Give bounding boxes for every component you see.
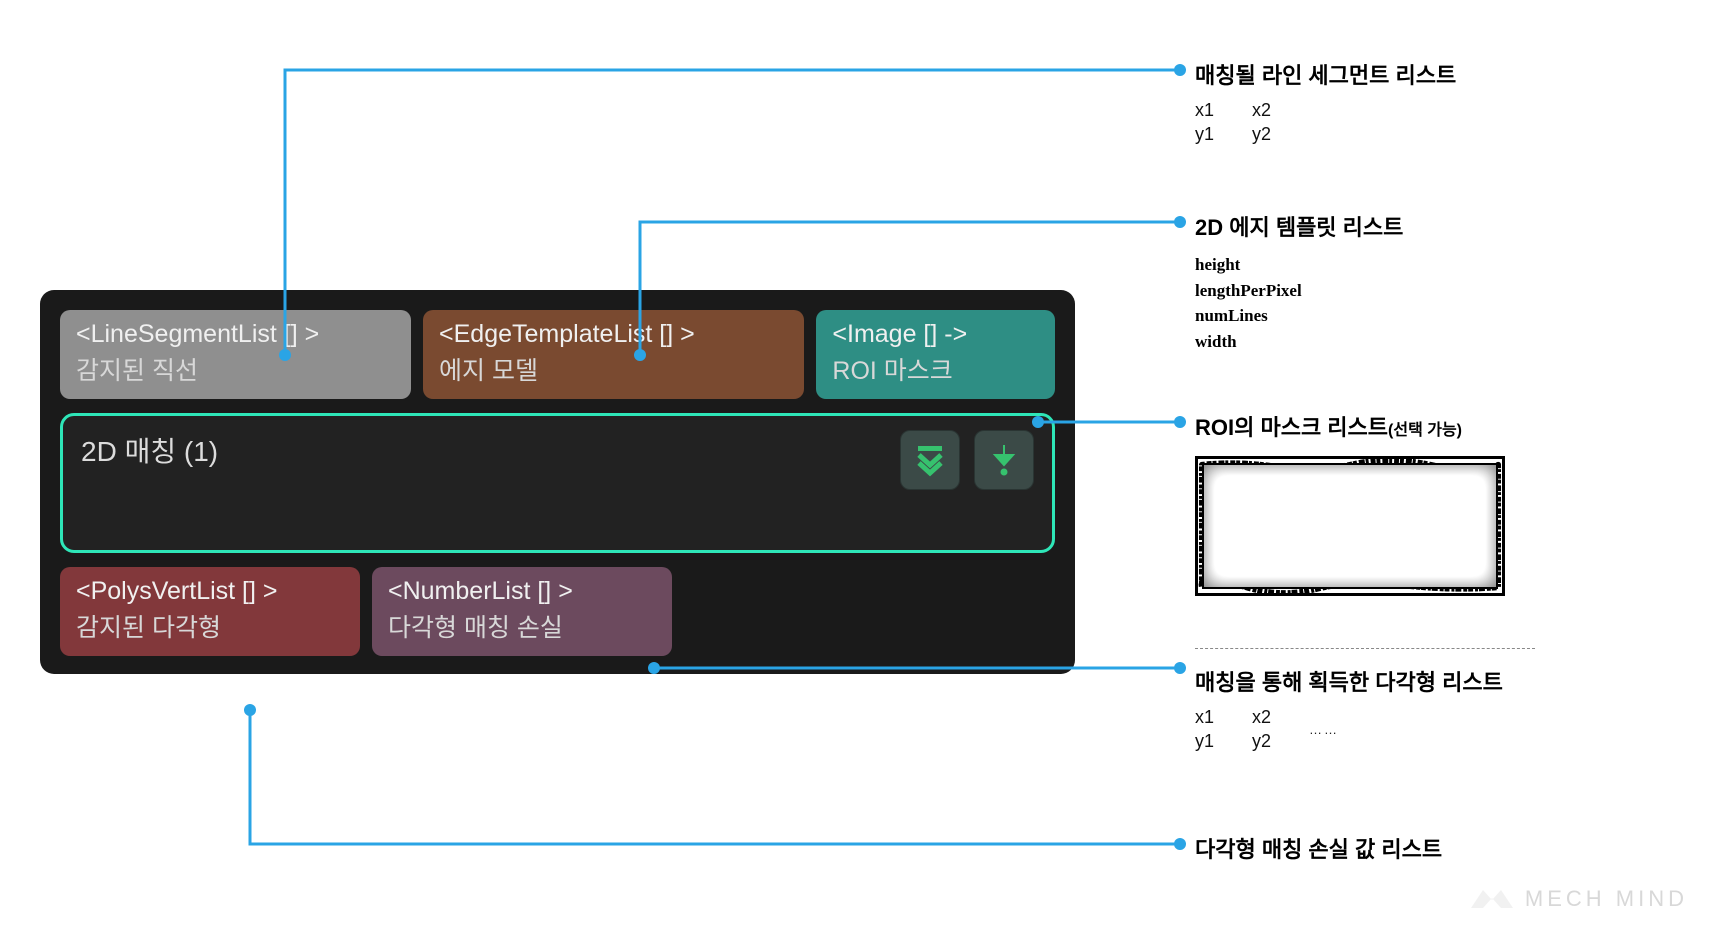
annotation-title: 매칭을 통해 획득한 다각형 리스트 xyxy=(1195,665,1675,697)
mask-thumbnail xyxy=(1195,456,1505,596)
node-title: 2D 매칭 (1) xyxy=(81,430,218,470)
brand-logo-icon xyxy=(1469,884,1515,914)
port-label: 에지 모델 xyxy=(439,351,788,387)
port-number[interactable]: <NumberList [] > 다각형 매칭 손실 xyxy=(372,567,672,656)
annotation-edge-template: 2D 에지 템플릿 리스트 height lengthPerPixel numL… xyxy=(1195,210,1675,354)
port-polys[interactable]: <PolysVertList [] > 감지된 다각형 xyxy=(60,567,360,656)
port-type: <Image [] -> xyxy=(832,320,1039,349)
node-title-bar[interactable]: 2D 매칭 (1) xyxy=(60,413,1055,553)
port-label: 다각형 매칭 손실 xyxy=(388,608,656,644)
separator xyxy=(1195,648,1535,649)
annotation-title: 다각형 매칭 손실 값 리스트 xyxy=(1195,832,1675,864)
annotation-number: 다각형 매칭 손실 값 리스트 xyxy=(1195,832,1675,864)
port-edge-template[interactable]: <EdgeTemplateList [] > 에지 모델 xyxy=(423,310,804,399)
port-line-segment[interactable]: <LineSegmentList [] > 감지된 직선 xyxy=(60,310,411,399)
annotation-coords: x1y1 x2y2 xyxy=(1195,98,1675,147)
annotation-title: ROI의 마스크 리스트(선택 가능) xyxy=(1195,410,1675,442)
port-type: <NumberList [] > xyxy=(388,577,656,606)
brand-watermark: MECH MIND xyxy=(1469,884,1688,914)
port-label: 감지된 직선 xyxy=(76,351,395,387)
arrow-down-dot-icon xyxy=(989,443,1019,477)
output-port-row: <PolysVertList [] > 감지된 다각형 <NumberList … xyxy=(54,567,1061,656)
port-label: ROI 마스크 xyxy=(832,351,1039,387)
port-label: 감지된 다각형 xyxy=(76,608,344,644)
port-image[interactable]: <Image [] -> ROI 마스크 xyxy=(816,310,1055,399)
double-chevron-down-icon xyxy=(913,443,947,477)
node-panel: <LineSegmentList [] > 감지된 직선 <EdgeTempla… xyxy=(40,290,1075,674)
port-type: <LineSegmentList [] > xyxy=(76,320,395,349)
annotation-fields: height lengthPerPixel numLines width xyxy=(1195,252,1675,354)
expand-down-button[interactable] xyxy=(900,430,960,490)
annotation-line-segment: 매칭될 라인 세그먼트 리스트 x1y1 x2y2 xyxy=(1195,58,1675,147)
mask-outline-icon xyxy=(1198,459,1502,593)
input-port-row: <LineSegmentList [] > 감지된 직선 <EdgeTempla… xyxy=(54,310,1061,399)
port-type: <PolysVertList [] > xyxy=(76,577,344,606)
node-actions xyxy=(900,430,1034,490)
run-button[interactable] xyxy=(974,430,1034,490)
annotation-coords: x1y1 x2y2 …… xyxy=(1195,705,1675,754)
annotation-roi-mask: ROI의 마스크 리스트(선택 가능) xyxy=(1195,410,1675,596)
port-type: <EdgeTemplateList [] > xyxy=(439,320,788,349)
annotation-title: 2D 에지 템플릿 리스트 xyxy=(1195,210,1675,242)
annotation-polys: 매칭을 통해 획득한 다각형 리스트 x1y1 x2y2 …… xyxy=(1195,632,1675,754)
annotation-title: 매칭될 라인 세그먼트 리스트 xyxy=(1195,58,1675,90)
